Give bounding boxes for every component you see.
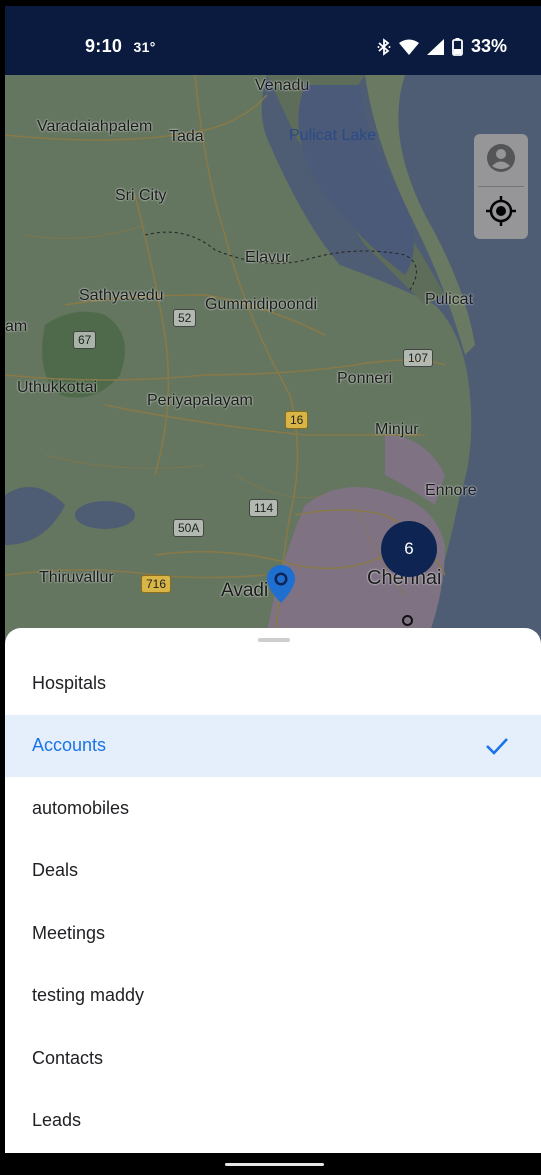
map-label-elavur: Elavur: [245, 249, 291, 266]
list-item-label: testing maddy: [32, 985, 145, 1006]
map-label-ponneri: Ponneri: [337, 370, 393, 387]
list-item-label: Accounts: [32, 735, 107, 756]
status-bar: 9:10 31° 33%: [5, 6, 541, 75]
road-shield-50a: 50A: [173, 519, 205, 537]
list-item-label: Hospitals: [32, 672, 107, 693]
list-item-label: automobiles: [32, 797, 130, 818]
map-label-venadu: Venadu: [255, 77, 310, 94]
status-time-block: 9:10 31°: [85, 36, 156, 57]
map-label-ennore: Ennore: [425, 482, 477, 499]
list-item-accounts[interactable]: Accounts: [5, 714, 541, 777]
list-item-label: Leads: [32, 1110, 82, 1131]
map-cluster-marker[interactable]: 6: [381, 521, 437, 577]
map-controls: [474, 134, 528, 239]
map-label-avadi: Avadi: [221, 580, 269, 601]
map-label-gummidipoondi: Gummidipoondi: [205, 296, 318, 313]
map-label-minjur: Minjur: [375, 421, 419, 438]
map-label-sri-city: Sri City: [115, 187, 167, 204]
road-shield-52: 52: [173, 309, 197, 327]
cluster-count: 6: [404, 539, 414, 558]
list-item-deals[interactable]: Deals: [5, 840, 541, 903]
map-label-sathyavedu: Sathyavedu: [79, 287, 164, 304]
profile-icon: [486, 143, 516, 178]
battery-percent: 33%: [470, 36, 507, 56]
screen: 9:10 31° 33% Venadu Varadaiahpalem Tada …: [5, 6, 541, 1175]
cellular-signal-icon: [426, 38, 444, 55]
list-item-leads[interactable]: Leads: [5, 1090, 541, 1153]
list-item-label: Deals: [32, 860, 79, 881]
my-location-button[interactable]: [474, 187, 528, 239]
check-icon: [485, 736, 509, 756]
my-location-icon: [485, 195, 517, 232]
map-background: [5, 75, 541, 645]
list-item-contacts[interactable]: Contacts: [5, 1027, 541, 1090]
list-item-label: Contacts: [32, 1047, 104, 1068]
map-label-pulicat-lake: Pulicat Lake: [289, 127, 377, 144]
road-shield-716: 716: [141, 575, 172, 593]
map-label-tada: Tada: [169, 128, 204, 145]
map-view[interactable]: Venadu Varadaiahpalem Tada Pulicat Lake …: [5, 75, 541, 645]
map-label-varadaiahpalem: Varadaiahpalem: [37, 118, 153, 135]
map-label-periyapalayam: Periyapalayam: [147, 392, 253, 409]
module-list: Hospitals Accounts automobiles Deals Mee…: [5, 652, 541, 1152]
road-shield-16: 16: [285, 411, 309, 429]
list-item-hospitals[interactable]: Hospitals: [5, 652, 541, 715]
road-shield-107: 107: [403, 349, 434, 367]
map-small-marker: [402, 615, 413, 626]
map-label-am: am: [5, 318, 28, 335]
sheet-drag-handle[interactable]: [258, 638, 290, 642]
profile-button[interactable]: [474, 134, 528, 186]
home-gesture-handle[interactable]: [225, 1163, 324, 1166]
map-label-pulicat: Pulicat: [425, 291, 474, 308]
list-item-testing-maddy[interactable]: testing maddy: [5, 965, 541, 1028]
status-temperature: 31°: [133, 39, 156, 55]
list-item-meetings[interactable]: Meetings: [5, 902, 541, 965]
status-icons: 33%: [377, 36, 507, 57]
battery-icon: [452, 37, 463, 56]
wifi-icon: [398, 39, 419, 55]
list-item-automobiles[interactable]: automobiles: [5, 777, 541, 840]
status-time: 9:10: [85, 36, 123, 56]
navigation-bar: [5, 1153, 541, 1175]
bluetooth-icon: [377, 37, 391, 56]
road-shield-114: 114: [249, 499, 279, 517]
map-label-uthukkottai: Uthukkottai: [17, 379, 98, 396]
map-pin-icon[interactable]: [267, 565, 295, 608]
map-label-thiruvallur: Thiruvallur: [39, 569, 114, 586]
bottom-sheet: Hospitals Accounts automobiles Deals Mee…: [5, 628, 541, 1153]
list-item-label: Meetings: [32, 922, 106, 943]
road-shield-67: 67: [73, 331, 97, 349]
